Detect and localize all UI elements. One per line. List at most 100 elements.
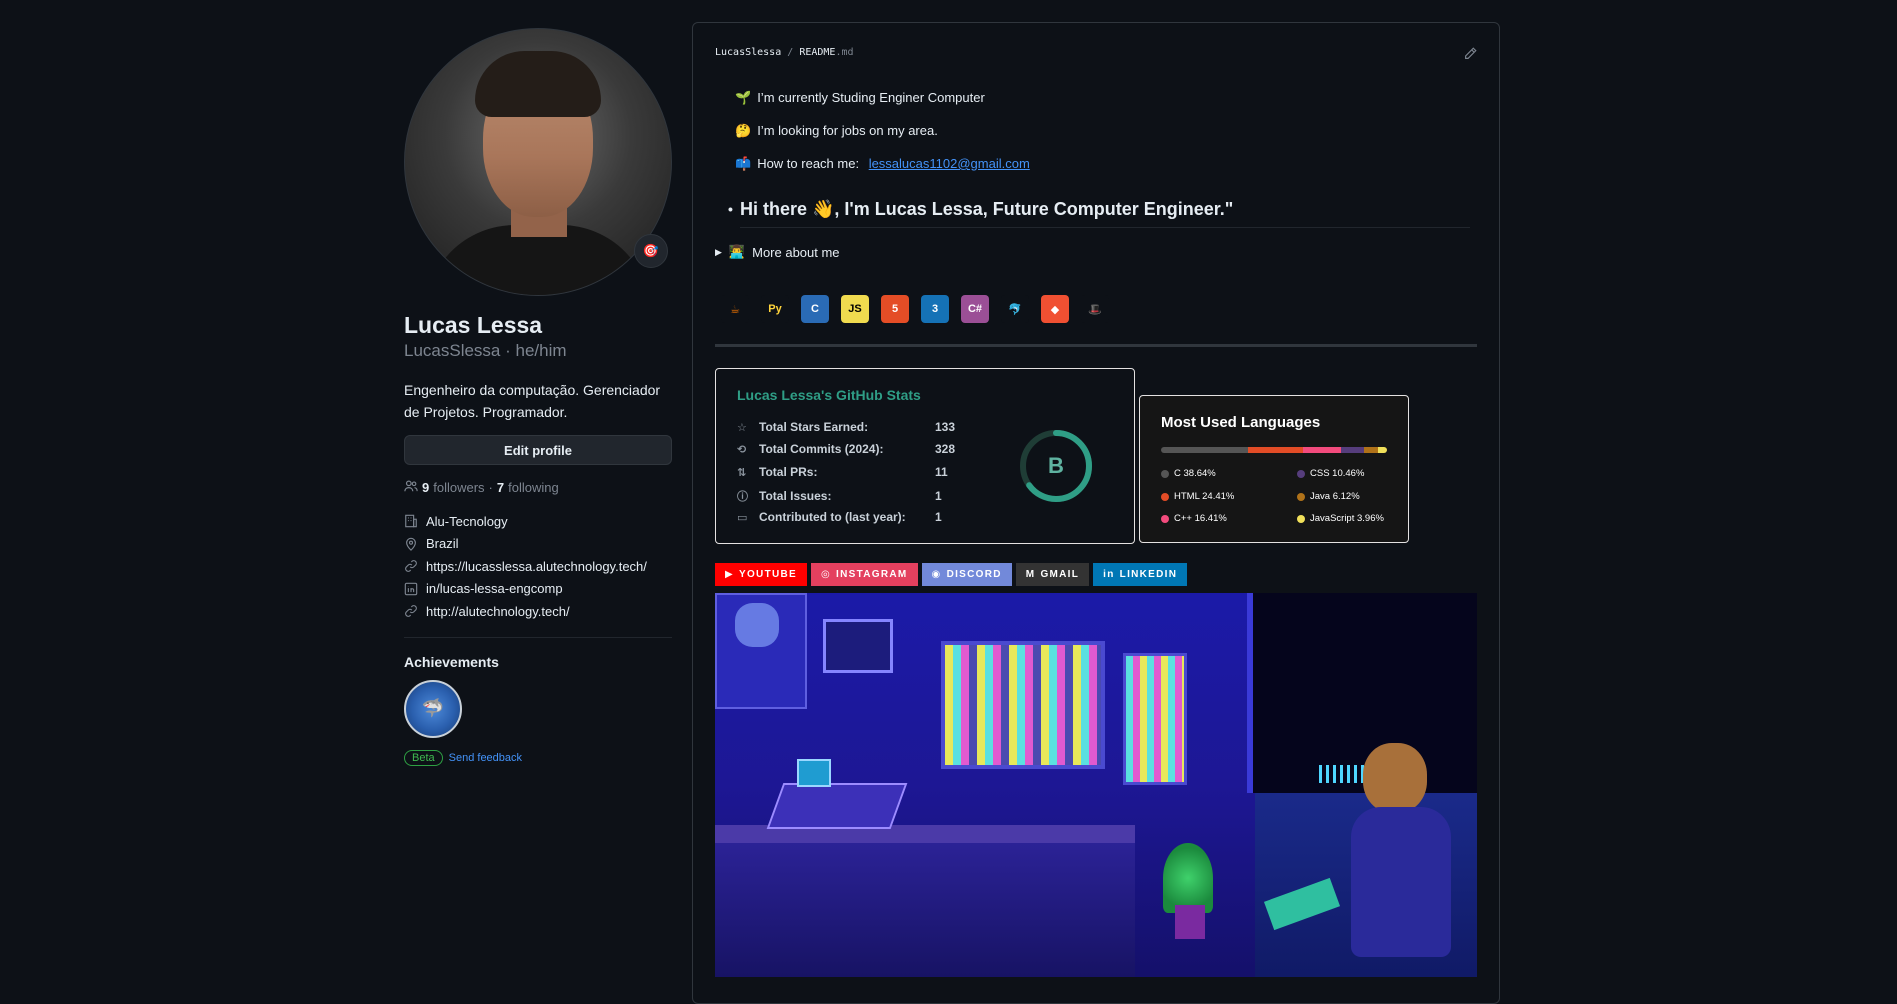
- readme-owner-link[interactable]: LucasSlessa: [715, 47, 781, 58]
- avatar-hair: [475, 51, 601, 117]
- followers-count[interactable]: 9: [422, 480, 429, 495]
- gmail-button[interactable]: M GMAIL: [1015, 563, 1090, 586]
- beta-badge: Beta: [404, 749, 443, 766]
- readme-heading: Hi there 👋, I'm Lucas Lessa, Future Comp…: [728, 199, 1470, 228]
- thinking-face-icon: 🤔: [735, 122, 752, 138]
- language-item-html: HTML 24.41%: [1161, 491, 1234, 502]
- social-badges: ▶ YOUTUBE ◎ INSTAGRAM ◉ DISCORD M GMAIL in LINKED…: [715, 563, 1188, 586]
- seated-figure-body: [1351, 807, 1451, 957]
- language-bar-segment: [1161, 447, 1249, 453]
- csharp-icon: C#: [961, 295, 989, 323]
- language-bar-segment: [1378, 447, 1387, 453]
- stat-label: Total Commits (2024):: [759, 442, 884, 456]
- rank-letter: B: [1048, 453, 1064, 478]
- follow-stats: 9 followers · 7 following: [404, 479, 672, 496]
- status-emoji-button[interactable]: 🎯: [634, 234, 668, 268]
- edit-readme-pencil-icon[interactable]: [1464, 47, 1477, 63]
- profile-login: LucasSlessa · he/him: [404, 341, 567, 360]
- profile-bio: Engenheiro da computação. Gerenciador de…: [404, 382, 661, 420]
- readme-card: LucasSlessa / README.md 🌱 I’m currently S…: [692, 22, 1500, 1004]
- small-monitor: [797, 759, 831, 787]
- stat-value: 1: [935, 510, 942, 524]
- linkedin-button[interactable]: in LINKEDIN: [1093, 563, 1188, 586]
- redhat-icon: 🎩: [1081, 295, 1109, 323]
- language-dot: [1161, 492, 1169, 501]
- language-item-java: Java 6.12%: [1297, 491, 1360, 502]
- html5-icon: 5: [881, 295, 909, 323]
- readme-breadcrumb: LucasSlessa / README.md: [715, 47, 854, 58]
- readme-bullet-list: 🌱 I’m currently Studing Enginer Computer …: [735, 81, 1030, 180]
- linkedin-icon: [404, 582, 418, 596]
- language-dot: [1297, 492, 1305, 501]
- stat-value: 328: [935, 442, 956, 456]
- stat-row-prs: ⇅ Total PRs: 11: [737, 465, 948, 479]
- mailbox-icon: 📫: [735, 155, 752, 171]
- repo-icon: ▭: [737, 511, 748, 524]
- poster-skull: [735, 603, 779, 647]
- readme-file-name: README: [799, 47, 836, 58]
- linkedin-link[interactable]: in/lucas-lessa-engcomp: [426, 581, 563, 596]
- desk-cabinet: [715, 843, 1135, 977]
- keyboard-console: [766, 783, 908, 829]
- social-label: GMAIL: [1040, 569, 1080, 580]
- location-text: Brazil: [426, 536, 459, 552]
- avatar[interactable]: [404, 28, 672, 296]
- achievement-badge-icon[interactable]: 🦈: [404, 679, 462, 738]
- wall-sign: [823, 619, 893, 673]
- detail-website: https://lucasslessa.alutechnology.tech/: [404, 555, 672, 578]
- star-icon: ☆: [737, 421, 747, 434]
- website-link[interactable]: https://lucasslessa.alutechnology.tech/: [426, 559, 647, 574]
- language-item-javascript: JavaScript 3.96%: [1297, 513, 1384, 524]
- bullet-text: I’m currently Studing Enginer Computer: [757, 90, 985, 105]
- discord-button[interactable]: ◉ DISCORD: [921, 563, 1012, 586]
- javascript-icon: JS: [841, 295, 869, 323]
- more-about-me-label: More about me: [752, 244, 840, 260]
- link-icon: [404, 604, 418, 618]
- stat-label: Total PRs:: [759, 465, 818, 479]
- edit-profile-button[interactable]: Edit profile: [404, 435, 672, 465]
- more-about-me-toggle[interactable]: ▶ 👨‍💻 More about me: [715, 244, 840, 260]
- stat-value: 133: [935, 420, 956, 434]
- detail-organization: Alu-Tecnology: [404, 510, 672, 533]
- stat-row-issues: ⓘ Total Issues: 1: [737, 488, 942, 504]
- stat-label: Total Stars Earned:: [759, 420, 869, 434]
- youtube-button[interactable]: ▶ YOUTUBE: [715, 563, 807, 586]
- language-label: C++ 16.41%: [1174, 513, 1227, 524]
- most-used-languages-card: Most Used Languages C 38.64% HTML 24.41%…: [1139, 395, 1409, 543]
- language-item-css: CSS 10.46%: [1297, 468, 1364, 479]
- language-item-cpp: C++ 16.41%: [1161, 513, 1227, 524]
- mysql-icon: 🐬: [1001, 295, 1029, 323]
- organization-icon: [404, 514, 418, 528]
- following-link[interactable]: following: [508, 480, 559, 495]
- readme-file-ext: .md: [835, 47, 854, 58]
- follow-separator: ·: [488, 480, 493, 495]
- stat-label: Contributed to (last year):: [759, 510, 906, 524]
- java-icon: ☕: [721, 295, 749, 323]
- instagram-icon: ◎: [821, 569, 832, 580]
- bullet-text: I’m looking for jobs on my area.: [757, 123, 938, 138]
- send-feedback-link[interactable]: Send feedback: [449, 752, 522, 764]
- followers-link[interactable]: followers: [433, 480, 484, 495]
- potted-plant: [1163, 843, 1213, 913]
- website-link-2[interactable]: http://alutechnology.tech/: [426, 604, 570, 619]
- email-link[interactable]: lessalucas1102@gmail.com: [869, 156, 1030, 171]
- divider: [404, 636, 672, 638]
- linkedin-icon: in: [1103, 569, 1115, 580]
- tech-stack-icons: ☕ Py C JS 5 3 C# 🐬 ◆ 🎩: [721, 295, 1109, 323]
- python-icon: Py: [761, 295, 789, 323]
- instagram-button[interactable]: ◎ INSTAGRAM: [811, 563, 918, 586]
- detail-linkedin: in/lucas-lessa-engcomp: [404, 578, 672, 601]
- github-stats-card: Lucas Lessa's GitHub Stats ☆ Total Stars …: [715, 368, 1135, 544]
- language-label: Java 6.12%: [1310, 491, 1360, 502]
- youtube-icon: ▶: [725, 569, 734, 580]
- stat-row-contributed: ▭ Contributed to (last year): 1: [737, 510, 942, 524]
- seated-figure-head: [1363, 743, 1427, 813]
- css3-icon: 3: [921, 295, 949, 323]
- detail-location: Brazil: [404, 533, 672, 556]
- language-dot: [1161, 514, 1169, 523]
- pixel-art-room-image: [715, 593, 1477, 977]
- following-count[interactable]: 7: [497, 480, 504, 495]
- languages-title: Most Used Languages: [1161, 414, 1321, 431]
- language-bar-segment: [1364, 447, 1378, 453]
- list-item: 🌱 I’m currently Studing Enginer Computer: [735, 81, 1030, 114]
